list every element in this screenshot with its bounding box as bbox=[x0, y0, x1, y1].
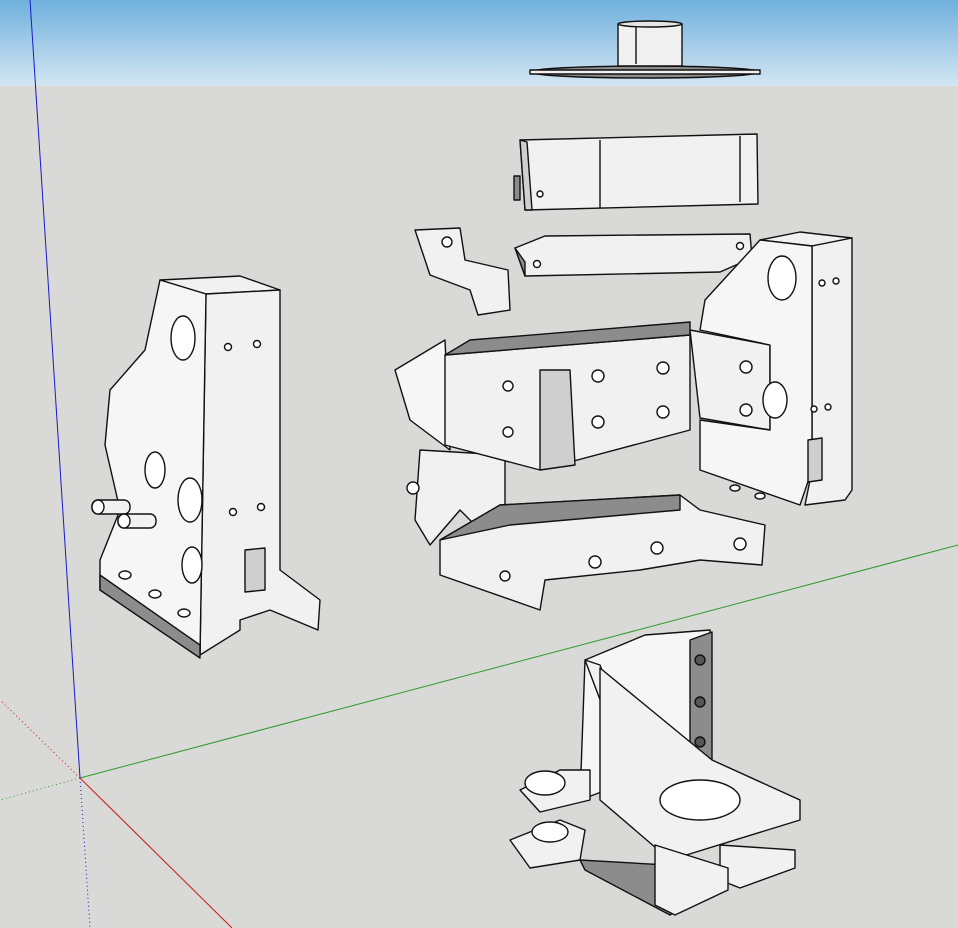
sky bbox=[0, 0, 958, 86]
top-cover-part[interactable] bbox=[513, 133, 759, 211]
scene-canvas[interactable] bbox=[0, 0, 958, 928]
3d-viewport[interactable] bbox=[0, 0, 958, 928]
